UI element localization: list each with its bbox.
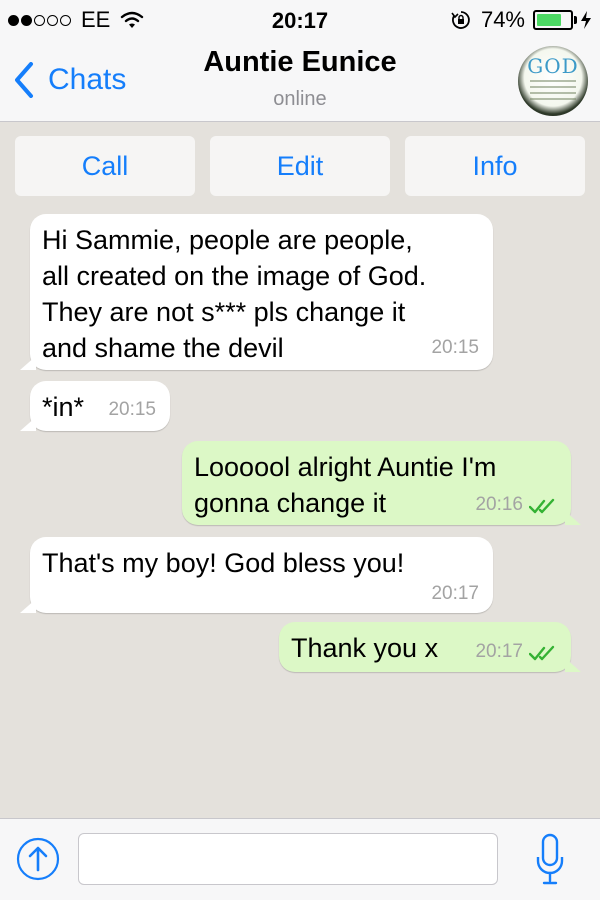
- message-time: 20:15: [431, 337, 479, 358]
- message-line: Loooool alright Auntie I'm: [194, 452, 497, 482]
- message-input[interactable]: [78, 833, 498, 885]
- status-bar: EE 20:17 74%: [0, 0, 600, 40]
- avatar-text-line: [530, 92, 576, 94]
- microphone-icon[interactable]: [536, 833, 564, 887]
- message-time: 20:15: [108, 399, 156, 420]
- charging-bolt-icon: [581, 11, 591, 29]
- battery-percent: 74%: [480, 7, 525, 32]
- double-check-icon: [529, 645, 555, 661]
- message-time: 20:17: [475, 641, 523, 662]
- bubble-tail: [20, 599, 36, 613]
- message-line: and shame the devil: [42, 333, 284, 363]
- message-input-bar: [0, 818, 600, 900]
- rotation-lock-icon: [451, 11, 470, 29]
- battery-tip: [574, 16, 577, 24]
- outgoing-message[interactable]: Loooool alright Auntie I'm gonna change …: [182, 441, 581, 525]
- bubble-tail: [565, 511, 581, 525]
- double-check-icon: [529, 498, 555, 514]
- message-time: 20:17: [431, 583, 479, 604]
- navigation-bar: Chats Auntie Eunice online GOD: [0, 40, 600, 122]
- info-button[interactable]: Info: [405, 136, 585, 196]
- bubble-tail: [20, 356, 36, 370]
- avatar-text-line: [530, 98, 576, 100]
- call-button[interactable]: Call: [15, 136, 195, 196]
- outgoing-message[interactable]: Thank you x 20:17: [279, 622, 581, 672]
- battery-area: 74%: [451, 7, 592, 32]
- bubble-tail: [20, 417, 36, 431]
- battery-icon: [533, 10, 573, 30]
- message-line: all created on the image of God.: [42, 261, 427, 291]
- battery-level: [537, 14, 561, 26]
- edit-button[interactable]: Edit: [210, 136, 390, 196]
- incoming-message[interactable]: That's my boy! God bless you! 20:17: [20, 537, 493, 613]
- incoming-message[interactable]: *in* 20:15: [20, 381, 170, 431]
- bubble-tail: [565, 658, 581, 672]
- avatar-text-line: [530, 80, 576, 82]
- message-line: That's my boy! God bless you!: [42, 548, 405, 578]
- share-up-arrow-icon[interactable]: [16, 837, 60, 881]
- incoming-message[interactable]: Hi Sammie, people are people, all create…: [20, 214, 493, 370]
- message-line: Hi Sammie, people are people,: [42, 225, 413, 255]
- message-time: 20:16: [475, 494, 523, 515]
- avatar-text: GOD: [527, 54, 579, 78]
- avatar-text-line: [530, 86, 576, 88]
- contact-name[interactable]: Auntie Eunice: [0, 46, 600, 79]
- contact-avatar[interactable]: GOD: [518, 46, 588, 116]
- contact-status: online: [273, 88, 327, 110]
- message-line: They are not s*** pls change it: [42, 297, 406, 327]
